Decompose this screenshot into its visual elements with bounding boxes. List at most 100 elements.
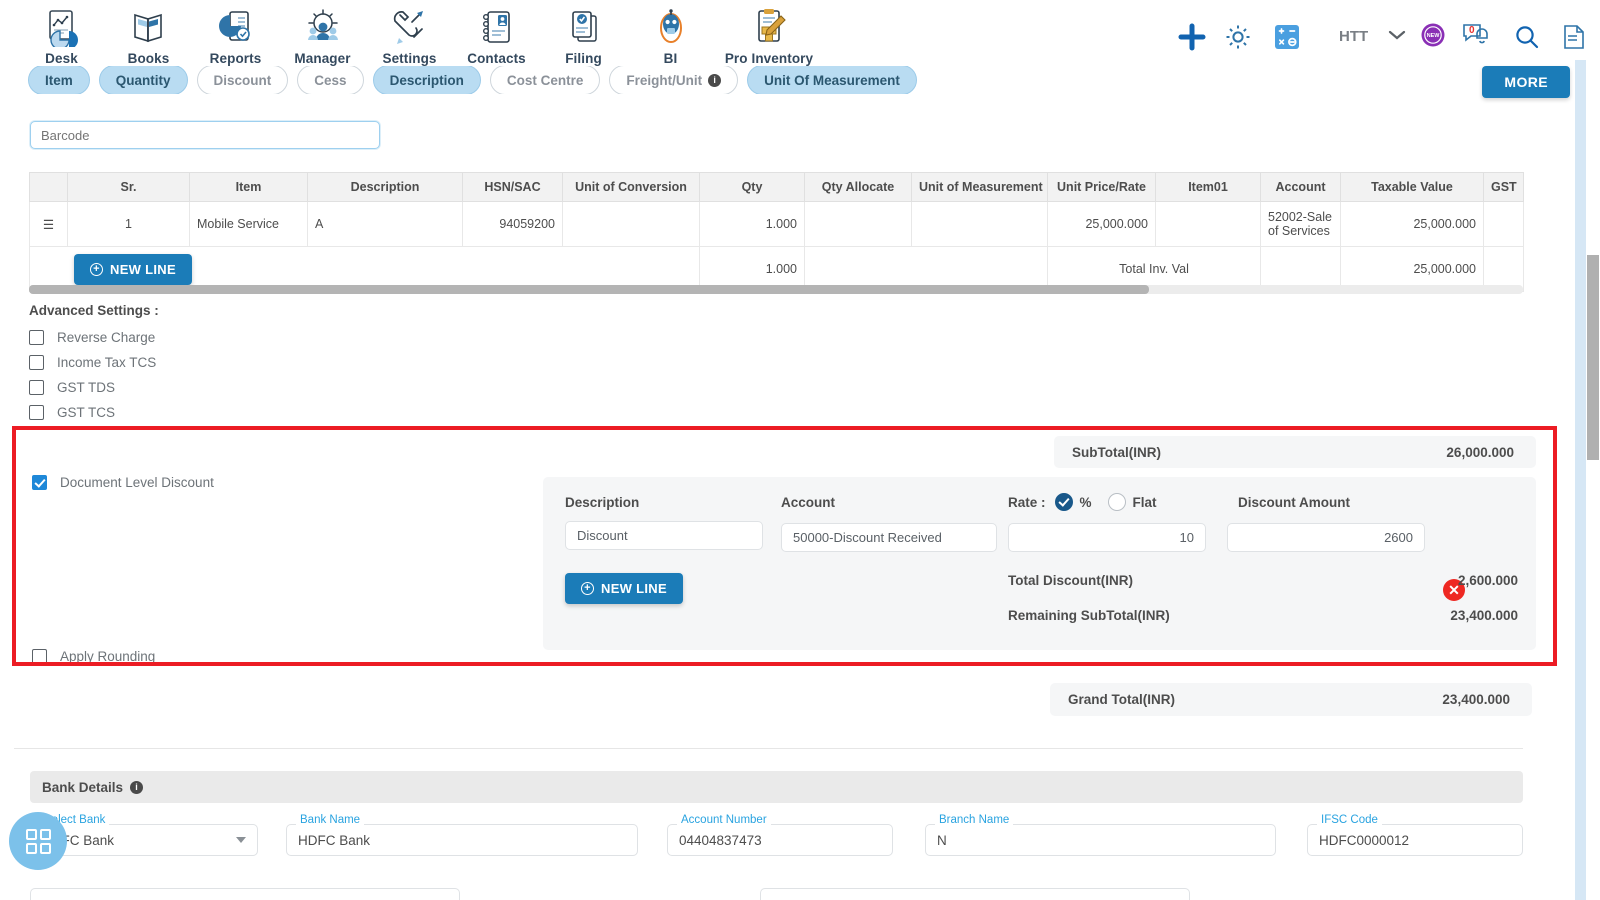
- bottom-field-stub-left: [30, 888, 460, 900]
- field-ifsc-code[interactable]: IFSC Code: [1307, 814, 1523, 856]
- checkbox-box[interactable]: [29, 355, 44, 370]
- radio-percent-label: %: [1079, 494, 1092, 510]
- radio-rate-percent[interactable]: [1054, 493, 1073, 511]
- discount-rate-input[interactable]: [1008, 523, 1206, 552]
- chip-label: Description: [389, 72, 464, 88]
- module-books[interactable]: Books: [105, 0, 192, 66]
- checkbox-income-tax-tcs[interactable]: Income Tax TCS: [29, 350, 159, 375]
- cell-account[interactable]: 52002-Sale of Services: [1260, 201, 1341, 247]
- col-unit-price-rate: Unit Price/Rate: [1047, 172, 1156, 202]
- search-icon[interactable]: [1514, 24, 1540, 50]
- scrollbar-thumb[interactable]: [29, 285, 1149, 294]
- radio-rate-flat[interactable]: [1107, 493, 1126, 511]
- chip-description[interactable]: Description: [372, 66, 481, 94]
- module-reports[interactable]: Reports: [192, 0, 279, 66]
- discount-account-input[interactable]: [781, 523, 997, 552]
- module-label: Desk: [45, 51, 78, 66]
- cell-unit-price-rate[interactable]: 25,000.000: [1047, 201, 1156, 247]
- checkbox-reverse-charge[interactable]: Reverse Charge: [29, 325, 159, 350]
- apps-grid-fab-button[interactable]: [9, 812, 67, 870]
- cell-qty[interactable]: 1.000: [699, 201, 805, 247]
- checkbox-box[interactable]: [29, 380, 44, 395]
- svg-text:NEW: NEW: [1427, 33, 1440, 39]
- remaining-subtotal-value: 23,400.000: [1450, 608, 1518, 623]
- table-row[interactable]: ☰ 1 Mobile Service A 94059200 1.000 25,0…: [29, 201, 1524, 247]
- calculator-icon[interactable]: [1261, 24, 1313, 50]
- checkbox-box[interactable]: [32, 649, 47, 662]
- add-new-line-button[interactable]: + NEW LINE: [74, 253, 192, 285]
- checkbox-box[interactable]: [29, 405, 44, 420]
- discount-panel: Description Account Discount Amount Rate…: [543, 477, 1536, 650]
- module-desk[interactable]: Desk: [18, 0, 105, 66]
- chip-item[interactable]: Item: [28, 66, 90, 94]
- cell-sr: 1: [67, 201, 190, 247]
- module-bi[interactable]: BI: [627, 0, 714, 66]
- gear-icon[interactable]: [1215, 23, 1261, 51]
- grand-total-label: Grand Total(INR): [1068, 692, 1175, 707]
- account-number-input[interactable]: [667, 824, 893, 856]
- cell-description[interactable]: A: [307, 201, 463, 247]
- checkbox-apply-rounding[interactable]: Apply Rounding: [32, 649, 155, 662]
- plus-icon[interactable]: [1169, 23, 1215, 51]
- module-settings[interactable]: Settings: [366, 0, 453, 66]
- cell-item01[interactable]: [1155, 201, 1261, 247]
- checkbox-gst-tds[interactable]: GST TDS: [29, 375, 159, 400]
- col-taxable-value: Taxable Value: [1340, 172, 1484, 202]
- module-label: Manager: [294, 51, 351, 66]
- cell-taxable-value[interactable]: 25,000.000: [1340, 201, 1484, 247]
- module-pro-inventory[interactable]: Pro Inventory: [714, 0, 824, 66]
- barcode-input[interactable]: [30, 121, 380, 149]
- module-label: Pro Inventory: [724, 51, 814, 66]
- field-account-number[interactable]: Account Number: [667, 814, 893, 856]
- chip-unit-of-measurement[interactable]: Unit Of Measurement: [747, 66, 917, 94]
- chip-discount[interactable]: Discount: [196, 66, 289, 94]
- cell-hsn-sac[interactable]: 94059200: [462, 201, 563, 247]
- discount-add-new-line-button[interactable]: + NEW LINE: [565, 573, 683, 604]
- branch-name-input[interactable]: [925, 824, 1276, 856]
- cell-gst[interactable]: [1483, 201, 1524, 247]
- checkbox-box[interactable]: [32, 475, 47, 490]
- grand-total-value: 23,400.000: [1442, 692, 1510, 707]
- document-icon[interactable]: [1562, 24, 1586, 50]
- col-qty-allocate: Qty Allocate: [804, 172, 912, 202]
- discount-amount-input[interactable]: [1227, 523, 1425, 552]
- document-level-discount-highlight: SubTotal(INR) 26,000.000 Document Level …: [12, 426, 1557, 666]
- page-vertical-scrollbar-thumb[interactable]: [1587, 255, 1599, 460]
- cell-item[interactable]: Mobile Service: [189, 201, 308, 247]
- cell-unit-of-measurement[interactable]: [911, 201, 1048, 247]
- cell-qty-allocate[interactable]: [804, 201, 912, 247]
- company-name[interactable]: HTT: [1339, 28, 1381, 45]
- checkbox-label: GST TDS: [57, 380, 116, 395]
- chip-freight-unit[interactable]: Freight/Unit i: [609, 66, 739, 94]
- checkbox-box[interactable]: [29, 330, 44, 345]
- cell-unit-of-conversion[interactable]: [562, 201, 700, 247]
- info-icon[interactable]: i: [130, 780, 144, 794]
- checkbox-gst-tcs[interactable]: GST TCS: [29, 400, 159, 425]
- chip-cess[interactable]: Cess: [297, 66, 364, 94]
- chevron-down-icon[interactable]: [1388, 29, 1406, 44]
- module-manager[interactable]: Manager: [279, 0, 366, 66]
- ifsc-code-input[interactable]: [1307, 824, 1523, 856]
- checkbox-document-level-discount[interactable]: Document Level Discount: [32, 475, 214, 490]
- chevron-down-icon[interactable]: [236, 837, 246, 843]
- module-label: Books: [127, 51, 170, 66]
- label-description: Description: [565, 495, 640, 510]
- bank-name-input[interactable]: [286, 824, 638, 856]
- field-label: Bank Name: [296, 814, 365, 826]
- field-bank-name[interactable]: Bank Name: [286, 814, 638, 856]
- apps-grid-icon: [25, 828, 51, 854]
- discount-description-input[interactable]: [565, 521, 763, 550]
- module-contacts[interactable]: Contacts: [453, 0, 540, 66]
- field-branch-name[interactable]: Branch Name: [925, 814, 1276, 856]
- notification-bell-icon[interactable]: 0: [1462, 22, 1492, 51]
- chip-quantity[interactable]: Quantity: [98, 66, 188, 94]
- settings-tools-icon: [390, 6, 430, 48]
- total-discount-value: 2,600.000: [1457, 573, 1518, 588]
- new-badge-icon[interactable]: NEW: [1420, 22, 1446, 51]
- more-button[interactable]: MORE: [1482, 66, 1570, 98]
- row-drag-handle[interactable]: ☰: [29, 201, 68, 247]
- table-horizontal-scrollbar[interactable]: [29, 285, 1523, 294]
- chip-cost-centre[interactable]: Cost Centre: [489, 66, 601, 94]
- module-filing[interactable]: Filing: [540, 0, 627, 66]
- advanced-settings-title: Advanced Settings :: [29, 303, 159, 318]
